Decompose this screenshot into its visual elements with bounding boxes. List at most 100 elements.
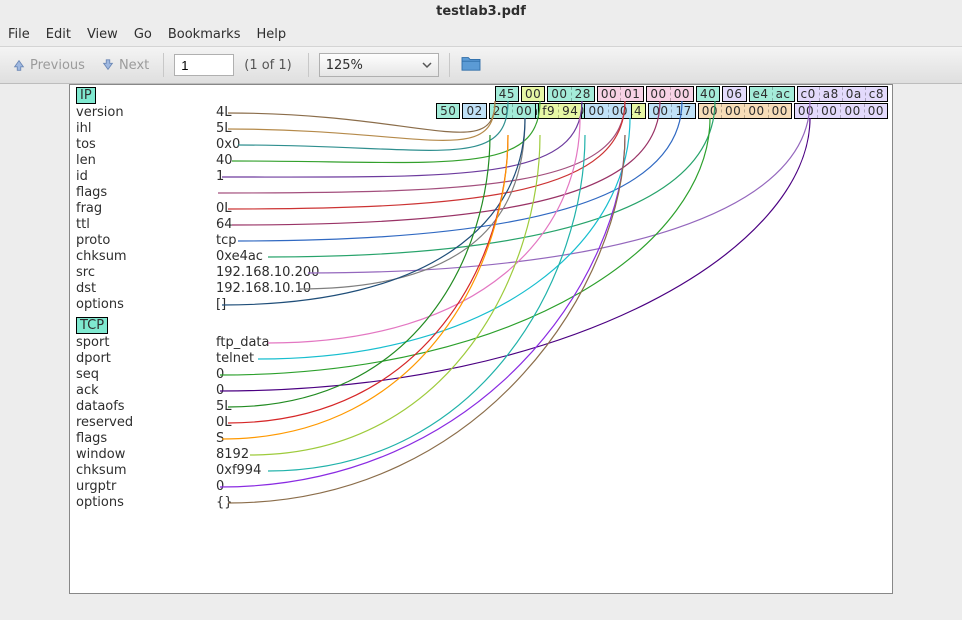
byte-group: 00 — [521, 86, 545, 102]
tcp-header-badge: TCP — [76, 317, 108, 334]
field-name: src — [76, 265, 216, 280]
field-row: dataofs5L — [76, 399, 336, 414]
hex-byte: 00 — [649, 104, 671, 118]
page-number-input[interactable] — [174, 54, 234, 76]
menu-bar: File Edit View Go Bookmarks Help — [0, 23, 962, 47]
hex-byte: a8 — [820, 87, 842, 101]
menu-file[interactable]: File — [8, 27, 30, 42]
hex-byte: 00 — [548, 87, 570, 101]
hex-byte: 20 — [490, 104, 512, 118]
field-row: frag0L — [76, 201, 336, 216]
menu-edit[interactable]: Edit — [46, 27, 71, 42]
arrow-down-icon — [101, 58, 115, 72]
hex-byte: f9 — [539, 104, 558, 118]
previous-label: Previous — [30, 58, 85, 73]
app-window: testlab3.pdf File Edit View Go Bookmarks… — [0, 0, 962, 620]
byte-group: 06 — [722, 86, 746, 102]
menu-help[interactable]: Help — [256, 27, 286, 42]
previous-button[interactable]: Previous — [8, 56, 89, 75]
hex-byte: 00 — [671, 87, 693, 101]
toolbar-separator — [308, 53, 309, 77]
hex-byte: c0 — [798, 87, 819, 101]
field-name: tos — [76, 137, 216, 152]
hex-byte: 45 — [496, 87, 518, 101]
hex-byte: 00 — [585, 104, 607, 118]
field-name: len — [76, 153, 216, 168]
field-name: reserved — [76, 415, 216, 430]
field-row: len40 — [76, 153, 336, 168]
field-value: 8192 — [216, 447, 249, 462]
field-value: 0xe4ac — [216, 249, 263, 264]
zoom-select[interactable]: 125% — [319, 53, 439, 77]
hex-byte: 00 — [841, 104, 863, 118]
hex-byte: c8 — [866, 87, 887, 101]
menu-go[interactable]: Go — [134, 27, 152, 42]
byte-group: e4ac — [749, 86, 795, 102]
field-name: ttl — [76, 217, 216, 232]
pdf-page: IP version4Lihl5Ltos0x0len40id1flagsfrag… — [69, 84, 893, 594]
field-name: version — [76, 105, 216, 120]
field-value: 0 — [216, 479, 224, 494]
field-row: sportftp_data — [76, 335, 336, 350]
field-name: dst — [76, 281, 216, 296]
toolbar-separator — [449, 53, 450, 77]
hex-byte: 00 — [865, 104, 887, 118]
field-row: tos0x0 — [76, 137, 336, 152]
hex-byte: 00 — [818, 104, 840, 118]
field-value: ftp_data — [216, 335, 269, 350]
field-name: dport — [76, 351, 216, 366]
hex-byte: 28 — [572, 87, 594, 101]
toolbar: Previous Next (1 of 1) 125% — [0, 47, 962, 84]
field-row: ihl5L — [76, 121, 336, 136]
hex-byte: ac — [773, 87, 794, 101]
menu-view[interactable]: View — [87, 27, 118, 42]
field-value: 64 — [216, 217, 233, 232]
field-name: window — [76, 447, 216, 462]
field-value: S — [216, 431, 224, 446]
menu-bookmarks[interactable]: Bookmarks — [168, 27, 241, 42]
field-row: src192.168.10.200 — [76, 265, 336, 280]
next-label: Next — [119, 58, 149, 73]
open-folder-button[interactable] — [460, 54, 482, 76]
field-name: seq — [76, 367, 216, 382]
next-button[interactable]: Next — [97, 56, 153, 75]
hex-byte: 0a — [843, 87, 865, 101]
hex-byte: 02 — [463, 104, 485, 118]
hex-byte: 00 — [598, 87, 620, 101]
hex-row-2: 50022000f9940000 — [436, 103, 632, 119]
field-row: ack0 — [76, 383, 336, 398]
byte-group: 0000 — [646, 86, 694, 102]
field-row: dst192.168.10.10 — [76, 281, 336, 296]
field-value: 192.168.10.10 — [216, 281, 311, 296]
field-value: 0L — [216, 201, 232, 216]
field-value: [] — [216, 297, 226, 312]
chevron-down-icon — [422, 60, 432, 70]
field-row: version4L — [76, 105, 336, 120]
window-title: testlab3.pdf — [0, 0, 962, 23]
field-row: chksum0xf994 — [76, 463, 336, 478]
byte-group: 0028 — [547, 86, 595, 102]
field-row: urgptr0 — [76, 479, 336, 494]
field-value: 40 — [216, 153, 233, 168]
field-name: flags — [76, 431, 216, 446]
byte-group: 0001 — [597, 86, 645, 102]
byte-group: 00000000 — [698, 103, 792, 119]
hex-byte: 50 — [437, 104, 459, 118]
field-row: prototcp — [76, 233, 336, 248]
field-value: {} — [216, 495, 233, 510]
hex-byte: 00 — [609, 104, 631, 118]
field-name: ihl — [76, 121, 216, 136]
field-name: urgptr — [76, 479, 216, 494]
field-name: dataofs — [76, 399, 216, 414]
field-name: chksum — [76, 249, 216, 264]
field-name: frag — [76, 201, 216, 216]
field-name: options — [76, 495, 216, 510]
field-row: window8192 — [76, 447, 336, 462]
field-row: reserved0L — [76, 415, 336, 430]
field-value: 192.168.10.200 — [216, 265, 319, 280]
byte-group: 0000 — [584, 103, 632, 119]
field-row: options[] — [76, 297, 336, 312]
hex-byte: 00 — [699, 104, 721, 118]
field-value: telnet — [216, 351, 254, 366]
byte-group: 02 — [462, 103, 486, 119]
